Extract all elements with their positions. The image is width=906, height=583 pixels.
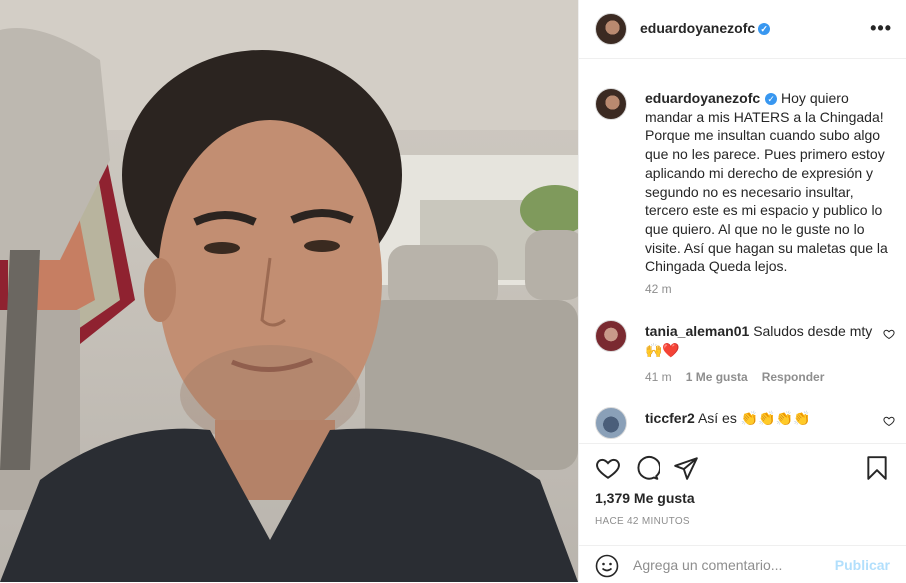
reply-button[interactable]: Responder (762, 370, 825, 384)
comment-body: ticcfer2 Así es 👏👏👏👏 (645, 409, 875, 428)
comment-like-heart-icon[interactable] (883, 328, 895, 340)
post-actions: 1,379 Me gusta HACE 42 MINUTOS Publicar (579, 443, 906, 583)
comment-username[interactable]: ticcfer2 (645, 410, 695, 426)
post-timestamp[interactable]: HACE 42 MINUTOS (595, 516, 690, 527)
comment-body: tania_aleman01 Saludos desde mty🙌❤️ (645, 322, 875, 359)
comment-text: Así es 👏👏👏👏 (697, 410, 811, 426)
post-caption: eduardoyanezofc ✓ Hoy quiero mandar a mis… (645, 89, 895, 276)
comment-item: ticcfer2 Así es 👏👏👏👏 (595, 407, 895, 443)
likes-count[interactable]: 1,379 Me gusta (595, 490, 695, 506)
post-username[interactable]: eduardoyanezofc ✓ (640, 20, 771, 36)
bookmark-icon[interactable] (864, 455, 890, 481)
comment-like-heart-icon[interactable] (883, 415, 895, 427)
selfie-in-car-image (0, 0, 578, 582)
verified-badge-icon: ✓ (765, 93, 778, 105)
emoji-icon[interactable] (595, 554, 619, 578)
comment-input[interactable] (633, 556, 833, 574)
comment-item: tania_aleman01 Saludos desde mty🙌❤️ 41 m… (595, 320, 895, 390)
commenter-avatar[interactable] (595, 407, 627, 439)
add-comment-bar: Publicar (579, 545, 906, 583)
publish-button[interactable]: Publicar (835, 557, 890, 573)
heart-icon[interactable] (595, 455, 621, 481)
more-options-icon[interactable]: ••• (870, 18, 892, 39)
comment-likes[interactable]: 1 Me gusta (686, 370, 748, 384)
caption-text: Hoy quiero mandar a mis HATERS a la Chin… (645, 90, 888, 275)
username-text[interactable]: eduardoyanezofc (640, 20, 755, 36)
post-header: eduardoyanezofc ✓ ••• (579, 0, 906, 59)
caption-username[interactable]: eduardoyanezofc (645, 90, 760, 106)
comment-time[interactable]: 41 m (645, 370, 672, 384)
share-icon[interactable] (673, 455, 699, 481)
instagram-post: eduardoyanezofc ✓ ••• eduardoyanezofc ✓ Ho… (0, 0, 906, 582)
post-photo[interactable] (0, 0, 578, 582)
comment-icon[interactable] (634, 455, 660, 481)
comment-username[interactable]: tania_aleman01 (645, 323, 749, 339)
caption-avatar[interactable] (595, 88, 627, 120)
caption-time[interactable]: 42 m (645, 282, 672, 296)
avatar[interactable] (595, 13, 627, 45)
comment-meta: 41 m 1 Me gusta Responder (645, 370, 824, 384)
commenter-avatar[interactable] (595, 320, 627, 352)
post-side-panel: eduardoyanezofc ✓ ••• eduardoyanezofc ✓ Ho… (578, 0, 906, 582)
verified-badge-icon: ✓ (758, 23, 771, 35)
